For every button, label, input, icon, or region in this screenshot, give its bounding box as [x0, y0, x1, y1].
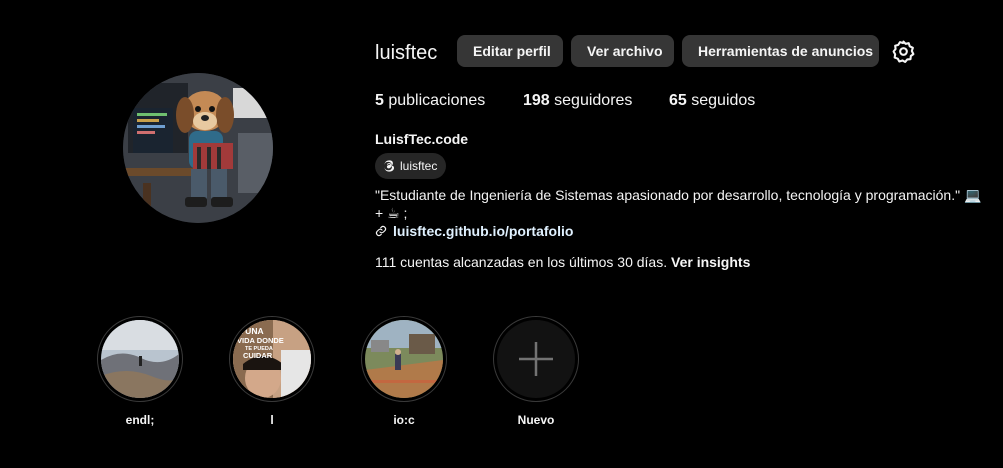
view-archive-button[interactable]: Ver archivo: [571, 35, 674, 67]
profile-display-name: LuisfTec.code: [375, 131, 469, 147]
highlight-cover-text-1: A UNA: [237, 326, 264, 336]
profile-link-text[interactable]: luisftec.github.io/portafolio: [393, 222, 573, 240]
following-count: 65: [669, 92, 687, 109]
followers-count: 198: [523, 92, 550, 109]
profile-link[interactable]: luisftec.github.io/portafolio: [375, 222, 573, 240]
following-stat[interactable]: 65 seguidos: [669, 92, 755, 110]
highlight-ring[interactable]: [97, 316, 183, 402]
highlight-cover-image: A UNA VIDA DONDE TE PUEDA CUIDAR: [233, 320, 311, 398]
highlight-cover: A UNA VIDA DONDE TE PUEDA CUIDAR: [233, 320, 311, 398]
profile-username: luisftec: [375, 42, 438, 64]
highlight-cover-image: [365, 320, 443, 398]
followers-label: seguidores: [549, 92, 633, 109]
insights-text: 111 cuentas alcanzadas en los últimos 30…: [375, 254, 671, 270]
new-highlight-button[interactable]: Nuevo: [491, 316, 581, 427]
highlight-cover-image: [101, 320, 179, 398]
highlight-ring[interactable]: A UNA VIDA DONDE TE PUEDA CUIDAR: [229, 316, 315, 402]
highlight-item[interactable]: io:c: [359, 316, 449, 427]
view-insights-link[interactable]: Ver insights: [671, 254, 750, 270]
highlight-cover-text-4: CUIDAR: [243, 351, 273, 360]
highlight-label: l: [270, 413, 274, 427]
highlight-cover-text-2: VIDA DONDE: [237, 336, 284, 345]
highlight-ring[interactable]: [361, 316, 447, 402]
followers-stat[interactable]: 198 seguidores: [523, 92, 632, 110]
following-label: seguidos: [686, 92, 756, 109]
edit-profile-button[interactable]: Editar perfil: [457, 35, 563, 67]
threads-handle: luisftec: [400, 159, 438, 173]
avatar-illustration: [123, 73, 273, 223]
threads-icon: [384, 160, 395, 172]
threads-badge[interactable]: luisftec: [375, 153, 447, 179]
profile-bio: "Estudiante de Ingeniería de Sistemas ap…: [375, 187, 982, 221]
insights-summary: 111 cuentas alcanzadas en los últimos 30…: [375, 253, 750, 271]
gear-icon[interactable]: [891, 39, 916, 64]
posts-count: 5: [375, 92, 384, 109]
highlight-cover: [365, 320, 443, 398]
link-icon: [375, 225, 387, 237]
posts-label: publicaciones: [383, 92, 486, 109]
highlight-label: endl;: [125, 413, 155, 427]
plus-icon: [519, 342, 553, 376]
highlight-item[interactable]: A UNA VIDA DONDE TE PUEDA CUIDAR l: [227, 316, 317, 427]
new-highlight-circle: [497, 320, 575, 398]
posts-stat: 5 publicaciones: [375, 92, 485, 110]
profile-avatar[interactable]: [123, 73, 273, 223]
highlight-cover: [101, 320, 179, 398]
highlight-ring[interactable]: [493, 316, 579, 402]
ad-tools-button[interactable]: Herramientas de anuncios: [682, 35, 879, 67]
highlight-label: Nuevo: [517, 413, 555, 427]
profile-page: luisftec Editar perfil Ver archivo Herra…: [0, 0, 1003, 468]
highlight-item[interactable]: endl;: [95, 316, 185, 427]
highlight-label: io:c: [393, 413, 415, 427]
